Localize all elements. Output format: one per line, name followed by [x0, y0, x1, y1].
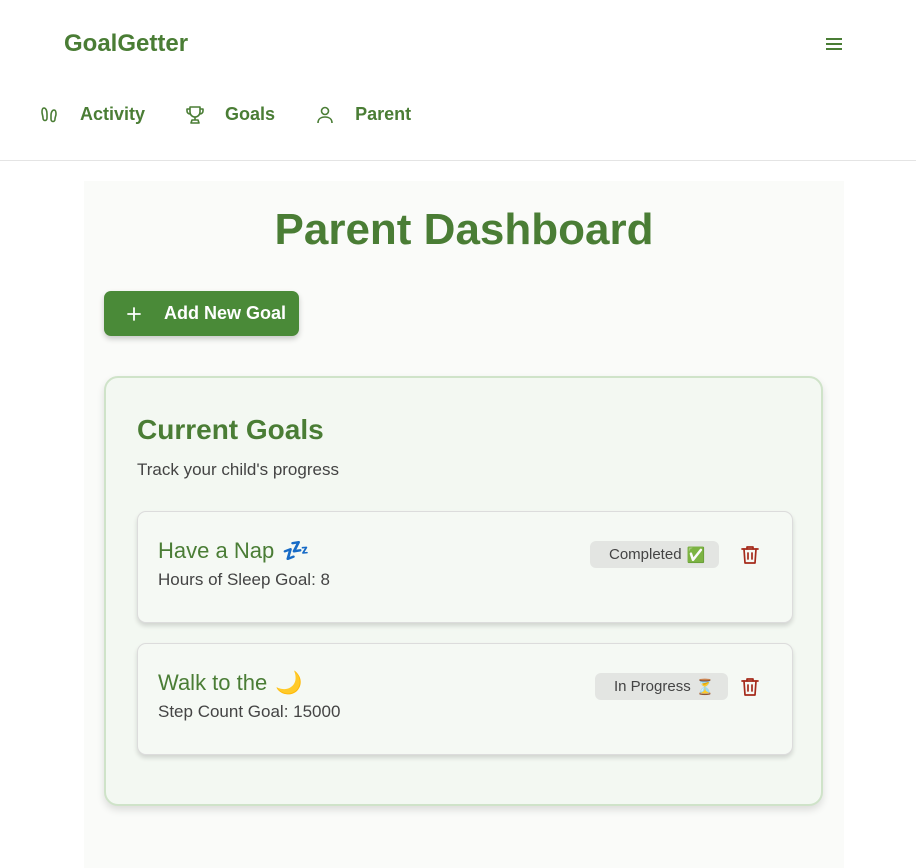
goal-item: Have a Nap 💤 Hours of Sleep Goal: 8 Comp… — [137, 511, 793, 623]
status-text: In Progress — [614, 678, 691, 695]
goal-item: Walk to the 🌙 Step Count Goal: 15000 In … — [137, 643, 793, 755]
delete-goal-button[interactable] — [739, 676, 761, 698]
hourglass-icon: ⏳ — [695, 678, 715, 696]
trash-icon — [741, 678, 759, 696]
status-badge: Completed ✅ — [590, 541, 720, 568]
page-title: Parent Dashboard — [274, 205, 654, 254]
goal-description: Step Count Goal: 15000 — [158, 702, 341, 721]
trophy-icon — [185, 105, 205, 125]
brand-logo-text[interactable]: GoalGetter — [64, 30, 188, 58]
nav-item-parent[interactable]: Parent — [315, 104, 411, 125]
footprints-icon — [40, 105, 60, 125]
nav-label-goals: Goals — [225, 104, 276, 124]
goal-title: Walk to the 🌙 — [158, 670, 303, 696]
nav-label-parent: Parent — [355, 104, 412, 124]
user-icon — [315, 105, 335, 125]
sleep-zzz-icon: 💤 — [282, 538, 310, 563]
goal-title-text: Have a Nap — [158, 538, 275, 563]
current-goals-card: Current Goals Track your child's progres… — [104, 376, 823, 806]
delete-goal-button[interactable] — [739, 544, 761, 566]
hamburger-menu-icon — [826, 38, 842, 50]
hamburger-menu-button[interactable] — [822, 32, 846, 56]
status-text: Completed — [609, 546, 682, 563]
nav-item-goals[interactable]: Goals — [185, 104, 275, 125]
nav-item-activity[interactable]: Activity — [40, 104, 145, 125]
add-new-goal-button[interactable]: Add New Goal — [104, 291, 299, 336]
plus-icon — [124, 304, 144, 324]
add-new-goal-label: Add New Goal — [164, 303, 287, 323]
goal-description: Hours of Sleep Goal: 8 — [158, 570, 330, 589]
goal-title-text: Walk to the — [158, 670, 268, 695]
goal-title: Have a Nap 💤 — [158, 538, 310, 564]
check-mark-icon: ✅ — [686, 546, 706, 564]
status-badge: In Progress ⏳ — [595, 673, 729, 700]
main-content: Parent Dashboard Add New Goal Current Go… — [84, 181, 844, 868]
card-subtitle: Track your child's progress — [137, 460, 339, 479]
main-nav: Activity Goals Parent — [40, 104, 451, 125]
card-title: Current Goals — [137, 414, 324, 445]
crescent-moon-icon: 🌙 — [275, 670, 303, 695]
nav-label-activity: Activity — [80, 104, 146, 124]
trash-icon — [741, 546, 759, 564]
top-header: GoalGetter Activity Goals Parent — [0, 0, 916, 161]
